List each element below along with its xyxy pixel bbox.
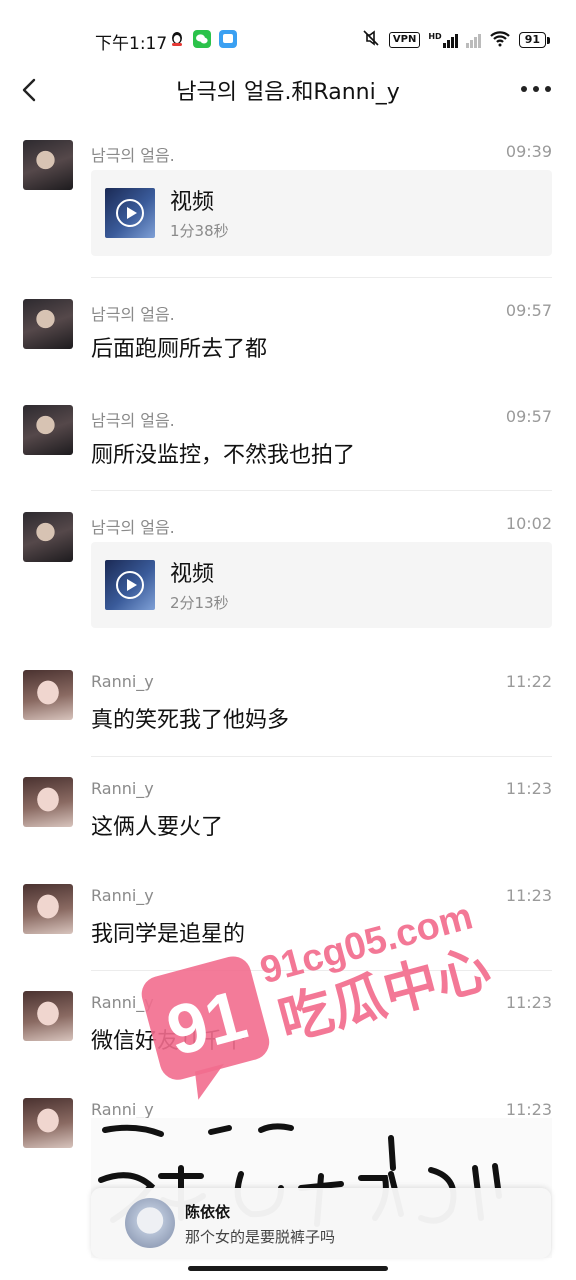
- list-item: Ranni_y 11:23 微信好友几千个: [0, 971, 576, 1078]
- message-time: 11:23: [505, 779, 552, 798]
- video-thumbnail: [105, 188, 155, 238]
- video-label: 视频: [170, 562, 215, 587]
- avatar[interactable]: [23, 991, 73, 1041]
- sender-name: 남극의 얼음.: [91, 146, 175, 165]
- list-item: 남극의 얼음. 09:57 厕所没监控，不然我也拍了: [0, 384, 576, 491]
- message-time: 11:22: [505, 672, 552, 691]
- sender-name: 남극의 얼음.: [91, 518, 175, 537]
- hd-label: HD: [428, 31, 442, 41]
- message-time: 10:02: [505, 514, 552, 533]
- avatar[interactable]: [23, 884, 73, 934]
- status-right-cluster: VPN HD 91: [361, 29, 551, 50]
- message-time: 09:57: [505, 301, 552, 320]
- sender-name: 남극의 얼음.: [91, 411, 175, 430]
- wechat-icon: [193, 30, 211, 48]
- message-time: 11:23: [505, 993, 552, 1012]
- sender-name: Ranni_y: [91, 672, 154, 691]
- notification-banner[interactable]: 陈依依 那个女的是要脱裤子吗: [91, 1188, 551, 1258]
- avatar[interactable]: [23, 777, 73, 827]
- battery-indicator: 91: [518, 31, 551, 48]
- video-label: 视频: [170, 190, 215, 215]
- list-item: 남극의 얼음. 09:39 视频 1分38秒: [0, 120, 576, 278]
- message-text[interactable]: 这俩人要火了: [91, 809, 223, 841]
- play-icon: [116, 199, 144, 227]
- list-item: Ranni_y 11:23 我同学是追星的: [0, 864, 576, 971]
- message-text[interactable]: 真的笑死我了他妈多: [91, 702, 289, 734]
- sender-name: Ranni_y: [91, 1100, 154, 1119]
- notification-text: 那个女的是要脱裤子吗: [185, 1228, 336, 1246]
- notification-sender: 陈依依: [185, 1203, 231, 1221]
- more-button[interactable]: [516, 74, 556, 104]
- video-message[interactable]: 视频 2分13秒: [91, 542, 552, 628]
- sender-name: Ranni_y: [91, 886, 154, 905]
- message-time: 09:57: [505, 407, 552, 426]
- cell-signal-2-icon: [465, 32, 481, 48]
- avatar: [125, 1198, 175, 1248]
- message-time: 09:39: [505, 142, 552, 161]
- qq-icon: [168, 30, 186, 48]
- avatar[interactable]: [23, 405, 73, 455]
- avatar[interactable]: [23, 670, 73, 720]
- vpn-badge: VPN: [388, 31, 421, 48]
- message-text[interactable]: 我同学是追星的: [91, 916, 245, 948]
- message-time: 11:23: [505, 1100, 552, 1119]
- avatar[interactable]: [23, 140, 73, 190]
- sender-name: Ranni_y: [91, 779, 154, 798]
- avatar[interactable]: [23, 512, 73, 562]
- sender-name: 남극의 얼음.: [91, 305, 175, 324]
- message-text[interactable]: 厕所没监控，不然我也拍了: [91, 437, 355, 469]
- home-indicator[interactable]: [188, 1266, 388, 1271]
- video-thumbnail: [105, 560, 155, 610]
- page-title: 남극의 얼음.和Ranni_y: [176, 80, 400, 105]
- message-text[interactable]: 微信好友几千个: [91, 1023, 245, 1055]
- cell-signal-icon: HD: [428, 31, 458, 48]
- list-item: Ranni_y 11:23 这俩人要火了: [0, 757, 576, 864]
- list-item: 남극의 얼음. 09:57 后面跑厕所去了都: [0, 278, 576, 384]
- list-item: 남극의 얼음. 10:02 视频 2分13秒: [0, 491, 576, 650]
- play-icon: [116, 571, 144, 599]
- mute-icon: [361, 29, 381, 50]
- status-time: 下午1:17: [95, 34, 168, 54]
- video-message[interactable]: 视频 1分38秒: [91, 170, 552, 256]
- video-duration: 2分13秒: [170, 594, 229, 612]
- avatar[interactable]: [23, 299, 73, 349]
- sender-name: Ranni_y: [91, 993, 154, 1012]
- more-dots-icon: [521, 86, 551, 92]
- message-time: 11:23: [505, 886, 552, 905]
- wifi-icon: [489, 29, 511, 50]
- message-list[interactable]: 남극의 얼음. 09:39 视频 1分38秒 남극의 얼음. 09:57 后面跑…: [0, 120, 576, 1280]
- avatar[interactable]: [23, 1098, 73, 1148]
- message-app-icon: [219, 30, 237, 48]
- chat-header: 남극의 얼음.和Ranni_y: [0, 60, 576, 120]
- list-item: Ranni_y 11:22 真的笑死我了他妈多: [0, 650, 576, 757]
- message-text[interactable]: 后面跑厕所去了都: [91, 331, 267, 363]
- video-duration: 1分38秒: [170, 222, 229, 240]
